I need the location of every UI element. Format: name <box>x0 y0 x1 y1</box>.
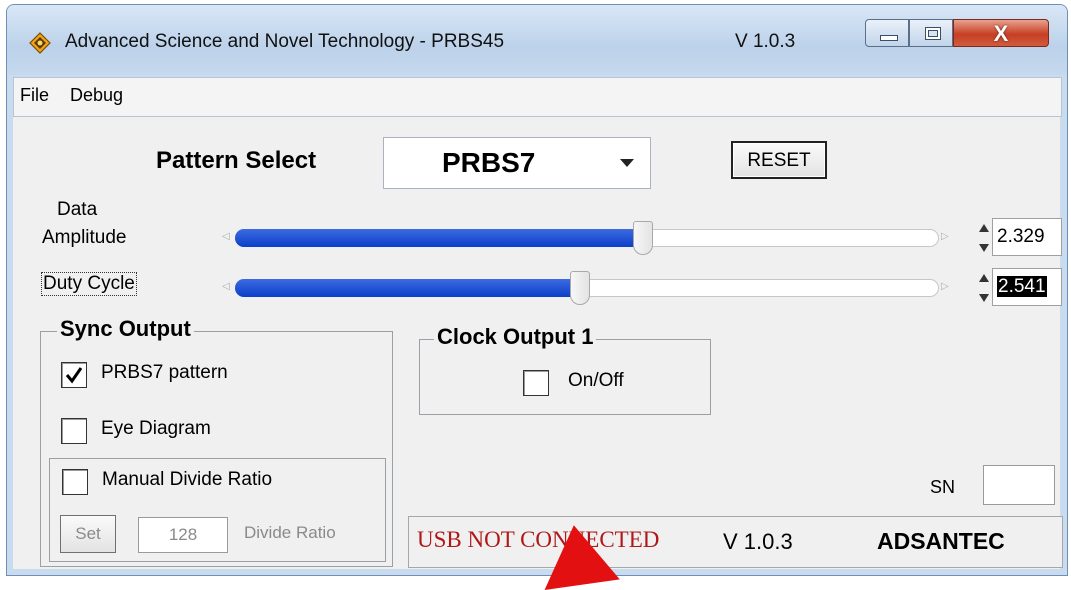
window-title: Advanced Science and Novel Technology - … <box>65 31 505 52</box>
amplitude-spinner[interactable] <box>977 220 991 256</box>
sn-label: SN <box>930 477 956 497</box>
amplitude-label-line2: Amplitude <box>42 227 127 248</box>
duty-slider-fill <box>235 279 580 297</box>
app-window: Advanced Science and Novel Technology - … <box>6 4 1068 576</box>
divide-ratio-label: Divide Ratio <box>244 523 336 542</box>
duty-cycle-label: Duty Cycle <box>41 272 137 296</box>
title-bar[interactable]: Advanced Science and Novel Technology - … <box>7 5 1067 75</box>
set-button[interactable]: Set <box>60 515 116 553</box>
main-panel: Pattern Select PRBS7 RESET Data Amplitud… <box>13 117 1063 569</box>
manual-divide-checkbox[interactable] <box>62 469 88 495</box>
minimize-icon <box>880 35 898 41</box>
check-icon <box>65 367 83 384</box>
sn-field[interactable] <box>983 465 1055 505</box>
divide-ratio-field[interactable]: 128 <box>138 517 228 553</box>
manual-divide-group: Manual Divide Ratio Set 128 Divide Ratio <box>49 458 386 562</box>
menu-bar: File Debug <box>13 77 1062 117</box>
amplitude-slider-thumb[interactable] <box>633 221 653 255</box>
amplitude-value-field[interactable]: 2.329 <box>992 218 1062 256</box>
clock-onoff-checkbox[interactable] <box>523 370 549 396</box>
status-version: V 1.0.3 <box>723 529 793 554</box>
sync-output-title: Sync Output <box>57 316 194 342</box>
chevron-down-icon <box>620 159 634 167</box>
slider-tick-right: ▷ <box>941 231 949 242</box>
slider-tick-left: ◁ <box>222 231 230 242</box>
amplitude-slider-track[interactable] <box>235 229 939 247</box>
eye-diagram-label: Eye Diagram <box>101 418 211 439</box>
status-bar: USB NOT CONNECTED V 1.0.3 ADSANTEC <box>408 516 1063 568</box>
maximize-icon <box>925 27 941 40</box>
maximize-button[interactable] <box>909 19 953 47</box>
close-icon: X <box>993 21 1009 46</box>
clock-onoff-label: On/Off <box>568 370 624 391</box>
clock-output-title: Clock Output 1 <box>434 324 597 350</box>
amplitude-slider-fill <box>235 229 643 247</box>
reset-button[interactable]: RESET <box>731 141 827 179</box>
spin-up-icon <box>979 224 989 232</box>
amplitude-label-line1: Data <box>57 199 98 220</box>
window-version: V 1.0.3 <box>735 31 796 52</box>
spin-down-icon <box>979 294 989 302</box>
annotation-arrow-icon <box>536 520 620 590</box>
menu-debug[interactable]: Debug <box>70 85 123 106</box>
spin-down-icon <box>979 244 989 252</box>
manual-divide-label: Manual Divide Ratio <box>102 469 273 490</box>
sync-output-group: Sync Output PRBS7 pattern Eye Diagram Ma… <box>40 316 393 567</box>
brand-label: ADSANTEC <box>877 528 1005 554</box>
duty-value: 2.541 <box>997 276 1047 297</box>
app-icon <box>29 32 51 54</box>
clock-output-group: Clock Output 1 On/Off <box>419 324 711 415</box>
pattern-select-value: PRBS7 <box>442 147 536 178</box>
slider-tick-right: ▷ <box>941 281 949 292</box>
minimize-button[interactable] <box>865 19 909 47</box>
pattern-select-label: Pattern Select <box>156 147 317 174</box>
duty-value-field[interactable]: 2.541 <box>992 268 1062 306</box>
prbs7-pattern-checkbox[interactable] <box>61 362 87 388</box>
pattern-select-dropdown[interactable]: PRBS7 <box>383 137 651 189</box>
duty-spinner[interactable] <box>977 270 991 306</box>
duty-slider-thumb[interactable] <box>570 271 590 305</box>
menu-file[interactable]: File <box>20 85 49 106</box>
prbs7-pattern-label: PRBS7 pattern <box>101 362 228 383</box>
eye-diagram-checkbox[interactable] <box>61 418 87 444</box>
spin-up-icon <box>979 274 989 282</box>
amplitude-value: 2.329 <box>997 226 1045 247</box>
close-button[interactable]: X <box>953 19 1049 47</box>
slider-tick-left: ◁ <box>222 281 230 292</box>
